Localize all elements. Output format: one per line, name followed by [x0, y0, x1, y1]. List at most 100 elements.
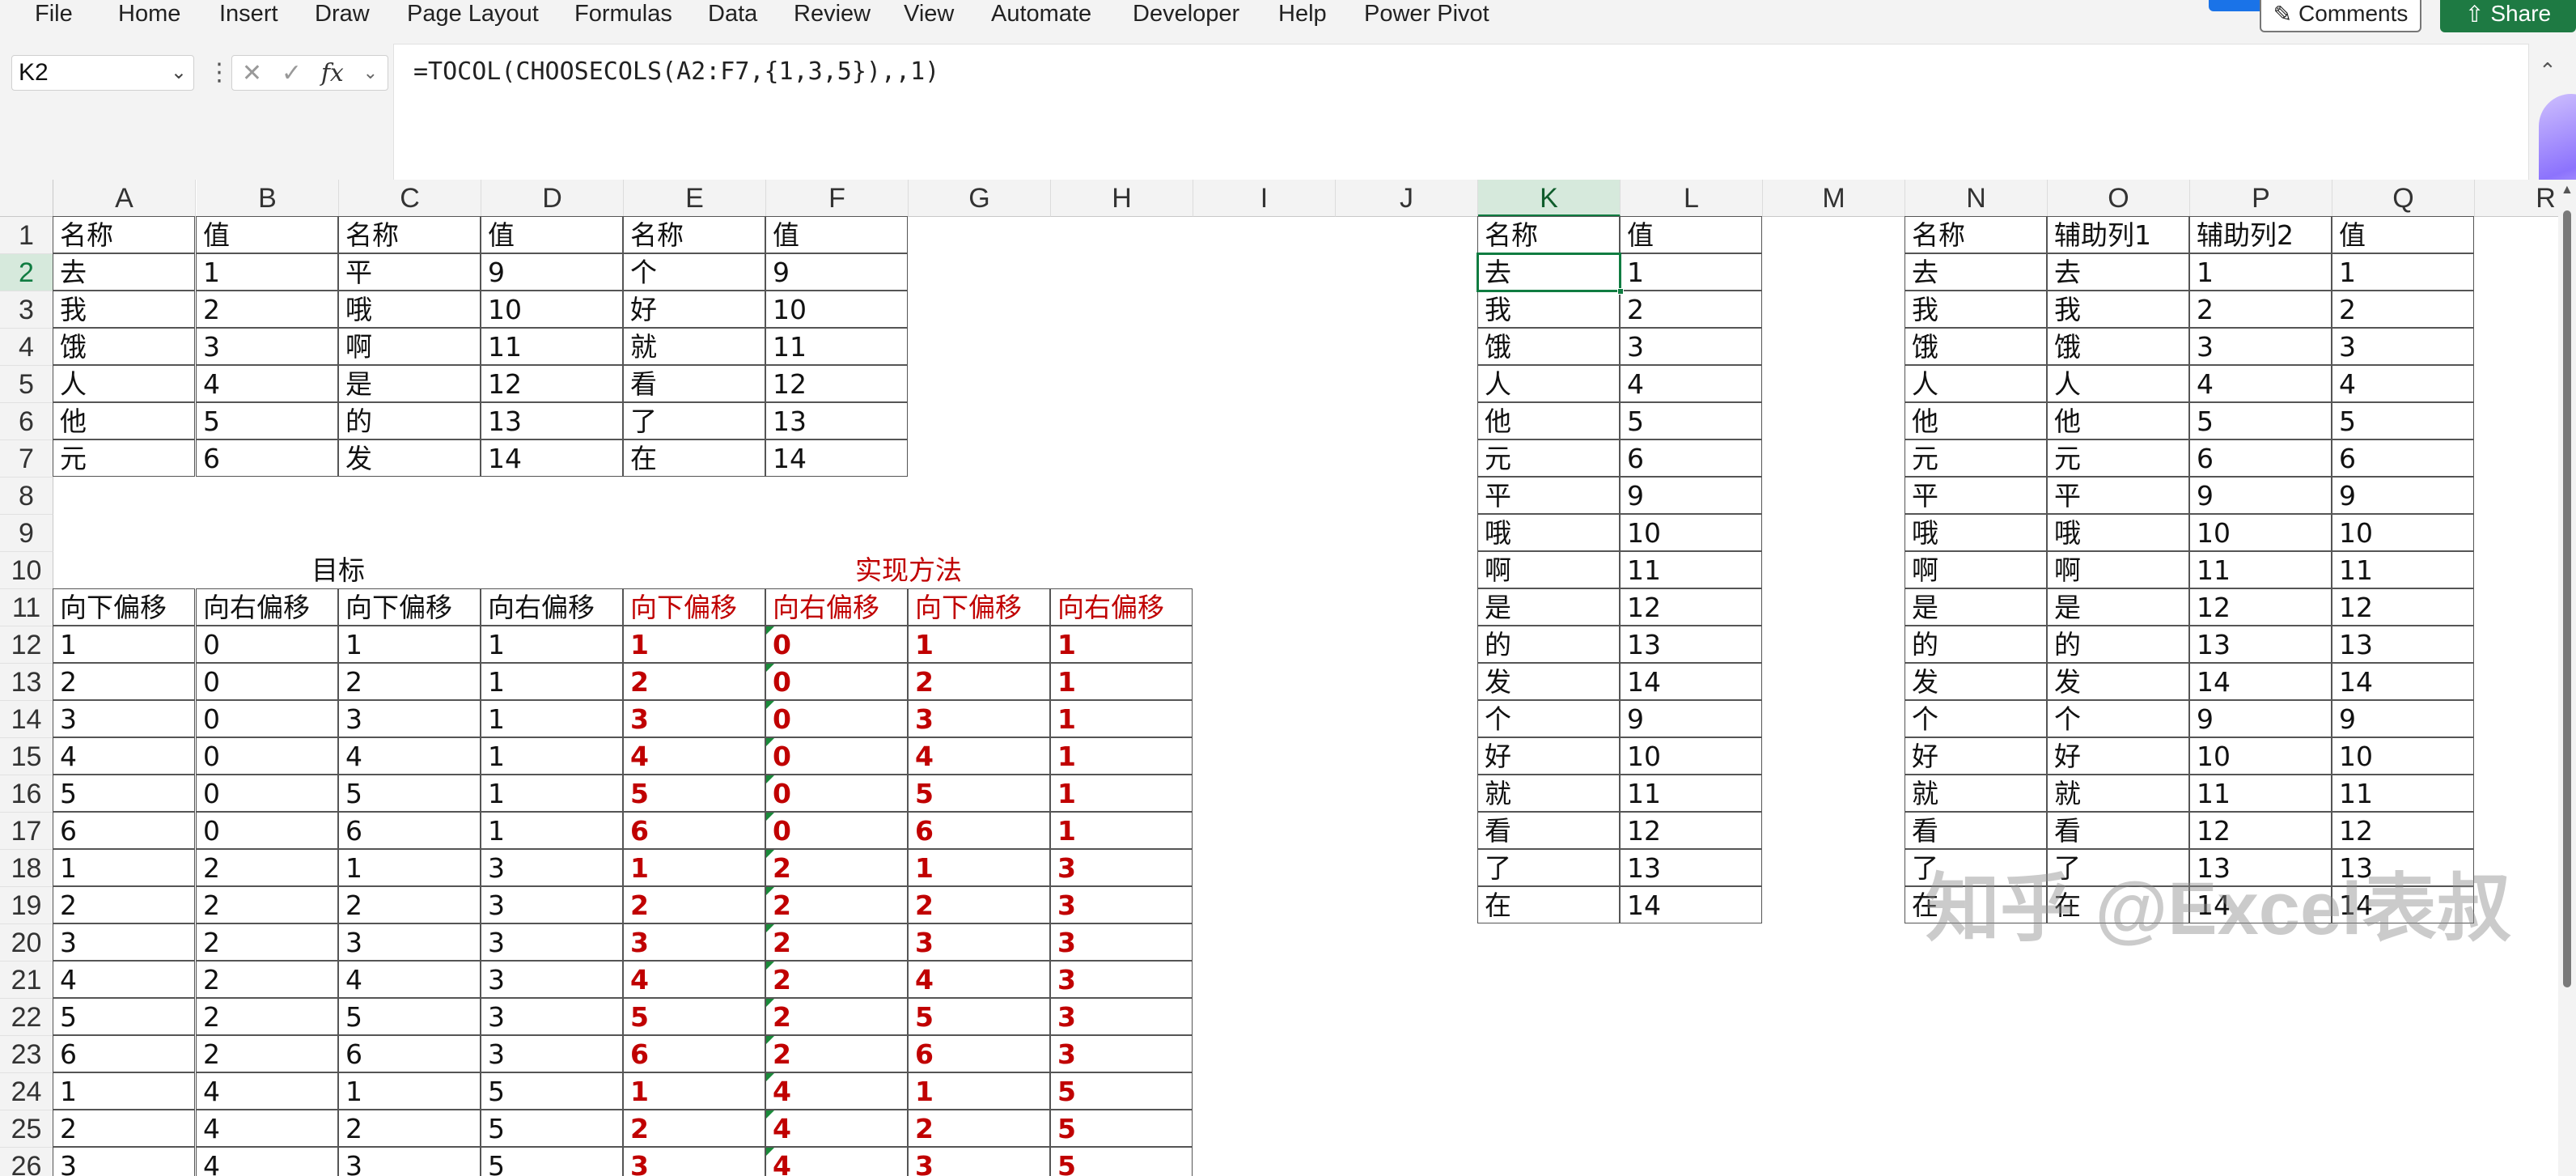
- cell-Q2[interactable]: 1: [2332, 253, 2474, 291]
- chevron-down-icon[interactable]: ⌄: [171, 56, 187, 90]
- cell-L18[interactable]: 13: [1620, 849, 1762, 886]
- cell-K15[interactable]: 好: [1477, 737, 1620, 775]
- cell-L1[interactable]: 值: [1620, 216, 1762, 253]
- cell-A17[interactable]: 6: [53, 812, 195, 849]
- row-header-20[interactable]: 20: [0, 924, 53, 962]
- cell-F5[interactable]: 12: [765, 365, 908, 402]
- cell-L14[interactable]: 9: [1620, 700, 1762, 737]
- cell-P10[interactable]: 11: [2189, 551, 2332, 588]
- cell-B5[interactable]: 4: [196, 365, 338, 402]
- cell-C15[interactable]: 4: [338, 737, 481, 775]
- cell-Q17[interactable]: 12: [2332, 812, 2474, 849]
- cell-D25[interactable]: 5: [481, 1110, 623, 1147]
- cell-H11[interactable]: 向右偏移: [1050, 588, 1193, 626]
- cell-Q7[interactable]: 6: [2332, 439, 2474, 477]
- cell-O4[interactable]: 饿: [2047, 328, 2189, 365]
- cell-D26[interactable]: 5: [481, 1147, 623, 1176]
- cell-F23[interactable]: 2: [765, 1035, 908, 1072]
- cell-D18[interactable]: 3: [481, 849, 623, 886]
- more-options-icon[interactable]: ⋮: [207, 58, 231, 87]
- cell-G19[interactable]: 2: [908, 886, 1050, 923]
- cell-O9[interactable]: 哦: [2047, 514, 2189, 551]
- cell-N16[interactable]: 就: [1904, 775, 2047, 812]
- cell-A19[interactable]: 2: [53, 886, 195, 923]
- cell-A11[interactable]: 向下偏移: [53, 588, 195, 626]
- column-header-D[interactable]: D: [481, 180, 624, 217]
- cell-B15[interactable]: 0: [196, 737, 338, 775]
- cell-F6[interactable]: 13: [765, 402, 908, 439]
- cell-A16[interactable]: 5: [53, 775, 195, 812]
- cell-C14[interactable]: 3: [338, 700, 481, 737]
- cell-K11[interactable]: 是: [1477, 588, 1620, 626]
- cell-E25[interactable]: 2: [623, 1110, 765, 1147]
- cell-O11[interactable]: 是: [2047, 588, 2189, 626]
- cell-A5[interactable]: 人: [53, 365, 195, 402]
- cell-F2[interactable]: 9: [765, 253, 908, 291]
- row-header-1[interactable]: 1: [0, 217, 53, 254]
- cell-H15[interactable]: 1: [1050, 737, 1193, 775]
- row-header-2[interactable]: 2: [0, 254, 53, 291]
- cell-A22[interactable]: 5: [53, 998, 195, 1035]
- cell-F21[interactable]: 2: [765, 961, 908, 998]
- cell-E4[interactable]: 就: [623, 328, 765, 365]
- comments-button[interactable]: ✎ Comments: [2260, 0, 2421, 32]
- cell-E22[interactable]: 5: [623, 998, 765, 1035]
- cell-A23[interactable]: 6: [53, 1035, 195, 1072]
- cell-G14[interactable]: 3: [908, 700, 1050, 737]
- cell-E5[interactable]: 看: [623, 365, 765, 402]
- cell-N10[interactable]: 啊: [1904, 551, 2047, 588]
- cell-K3[interactable]: 我: [1477, 291, 1620, 328]
- cell-D7[interactable]: 14: [481, 439, 623, 477]
- cell-O14[interactable]: 个: [2047, 700, 2189, 737]
- cell-L12[interactable]: 13: [1620, 626, 1762, 663]
- row-header-24[interactable]: 24: [0, 1073, 53, 1110]
- cell-K4[interactable]: 饿: [1477, 328, 1620, 365]
- cell-B14[interactable]: 0: [196, 700, 338, 737]
- row-header-26[interactable]: 26: [0, 1148, 53, 1176]
- cell-L11[interactable]: 12: [1620, 588, 1762, 626]
- cell-N15[interactable]: 好: [1904, 737, 2047, 775]
- cell-B6[interactable]: 5: [196, 402, 338, 439]
- cell-B20[interactable]: 2: [196, 923, 338, 961]
- cell-P5[interactable]: 4: [2189, 365, 2332, 402]
- cell-E13[interactable]: 2: [623, 663, 765, 700]
- cell-C25[interactable]: 2: [338, 1110, 481, 1147]
- menu-insert[interactable]: Insert: [219, 0, 278, 28]
- cell-C1[interactable]: 名称: [338, 216, 481, 253]
- cell-K19[interactable]: 在: [1477, 886, 1620, 923]
- cell-A26[interactable]: 3: [53, 1147, 195, 1176]
- cell-E2[interactable]: 个: [623, 253, 765, 291]
- cell-F4[interactable]: 11: [765, 328, 908, 365]
- cell-B1[interactable]: 值: [196, 216, 338, 253]
- cell-N7[interactable]: 元: [1904, 439, 2047, 477]
- cell-O10[interactable]: 啊: [2047, 551, 2189, 588]
- chevron-down-icon[interactable]: ⌄: [363, 62, 378, 83]
- cell-G26[interactable]: 3: [908, 1147, 1050, 1176]
- cell-H16[interactable]: 1: [1050, 775, 1193, 812]
- cell-D21[interactable]: 3: [481, 961, 623, 998]
- menu-home[interactable]: Home: [118, 0, 180, 28]
- cell-H18[interactable]: 3: [1050, 849, 1193, 886]
- cell-E10[interactable]: 实现方法: [624, 552, 1193, 589]
- cell-E18[interactable]: 1: [623, 849, 765, 886]
- cell-G16[interactable]: 5: [908, 775, 1050, 812]
- cell-C5[interactable]: 是: [338, 365, 481, 402]
- cell-C16[interactable]: 5: [338, 775, 481, 812]
- cell-G18[interactable]: 1: [908, 849, 1050, 886]
- cell-D20[interactable]: 3: [481, 923, 623, 961]
- cell-D15[interactable]: 1: [481, 737, 623, 775]
- cell-K1[interactable]: 名称: [1477, 216, 1620, 253]
- cell-P11[interactable]: 12: [2189, 588, 2332, 626]
- cell-L3[interactable]: 2: [1620, 291, 1762, 328]
- cell-G17[interactable]: 6: [908, 812, 1050, 849]
- cell-Q8[interactable]: 9: [2332, 477, 2474, 514]
- cell-A2[interactable]: 去: [53, 253, 195, 291]
- insert-function-icon[interactable]: fx: [321, 59, 344, 87]
- cell-E21[interactable]: 4: [623, 961, 765, 998]
- cell-P7[interactable]: 6: [2189, 439, 2332, 477]
- cell-F15[interactable]: 0: [765, 737, 908, 775]
- cell-C6[interactable]: 的: [338, 402, 481, 439]
- cell-P8[interactable]: 9: [2189, 477, 2332, 514]
- cell-E26[interactable]: 3: [623, 1147, 765, 1176]
- cell-C22[interactable]: 5: [338, 998, 481, 1035]
